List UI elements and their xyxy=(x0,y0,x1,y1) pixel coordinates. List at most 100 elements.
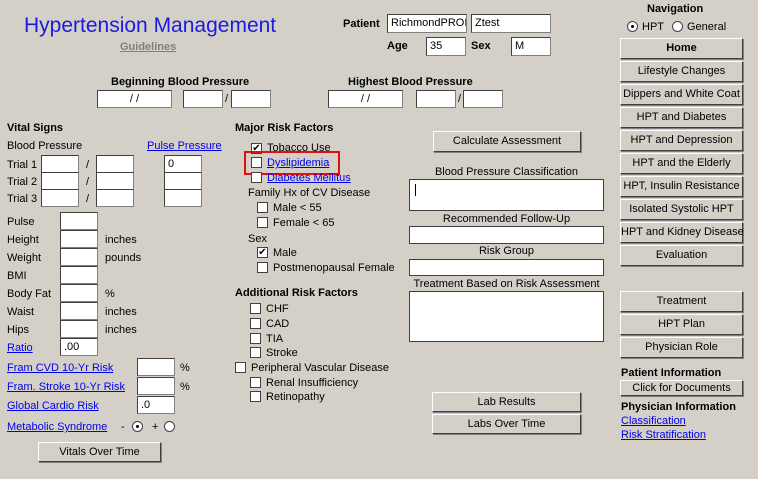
bp-classification-label: Blood Pressure Classification xyxy=(434,166,579,178)
trial-2-systolic-field[interactable] xyxy=(41,172,79,190)
beginning-bp-date-field[interactable]: / / xyxy=(97,90,172,108)
height-unit: inches xyxy=(105,234,137,246)
highest-diastolic-field[interactable] xyxy=(463,90,503,108)
labs-over-time-button[interactable]: Labs Over Time xyxy=(432,414,581,434)
highest-systolic-field[interactable] xyxy=(416,90,456,108)
male-checkbox[interactable]: ✔ xyxy=(257,247,268,258)
beginning-systolic-field[interactable] xyxy=(183,90,223,108)
fram-cvd-risk-field[interactable] xyxy=(137,358,175,376)
nav-isolated-systolic-button[interactable]: Isolated Systolic HPT xyxy=(620,199,743,220)
patient-first-name-field[interactable]: RichmondPROI xyxy=(387,14,467,33)
hpt-radio[interactable] xyxy=(627,21,638,32)
pvd-checkbox[interactable] xyxy=(235,362,246,373)
text-cursor xyxy=(415,184,416,196)
tia-checkbox[interactable] xyxy=(250,333,261,344)
ratio-link[interactable]: Ratio xyxy=(7,342,33,354)
bp-slash: / xyxy=(86,193,90,205)
chf-checkbox[interactable] xyxy=(250,303,261,314)
weight-field[interactable] xyxy=(60,248,98,266)
fram-stroke-risk-link[interactable]: Fram. Stroke 10-Yr Risk xyxy=(7,381,125,393)
metabolic-minus-radio[interactable] xyxy=(132,421,143,432)
classification-link[interactable]: Classification xyxy=(621,415,686,427)
weight-label: Weight xyxy=(7,252,42,264)
body-fat-field[interactable] xyxy=(60,284,98,302)
renal-checkbox[interactable] xyxy=(250,377,261,388)
pulse-pressure-link[interactable]: Pulse Pressure xyxy=(147,140,222,152)
age-field[interactable]: 35 xyxy=(426,37,466,56)
nav-home-button[interactable]: Home xyxy=(620,38,743,59)
male-55-checkbox[interactable] xyxy=(257,202,268,213)
treatment-field[interactable] xyxy=(409,291,604,342)
hpt-radio-label: HPT xyxy=(642,21,664,33)
patient-last-name-field[interactable]: Ztest xyxy=(471,14,551,33)
trial-3-systolic-field[interactable] xyxy=(41,189,79,207)
general-radio-label: General xyxy=(687,21,727,33)
female-65-checkbox[interactable] xyxy=(257,217,268,228)
nav-lifestyle-changes-button[interactable]: Lifestyle Changes xyxy=(620,61,743,82)
global-cardio-risk-field[interactable]: .0 xyxy=(137,396,175,414)
risk-stratification-link[interactable]: Risk Stratification xyxy=(621,429,706,441)
metabolic-syndrome-link[interactable]: Metabolic Syndrome xyxy=(7,421,107,433)
nav-physician-role-button[interactable]: Physician Role xyxy=(620,337,743,358)
trial-1-diastolic-field[interactable] xyxy=(96,155,134,173)
beginning-diastolic-field[interactable] xyxy=(231,90,271,108)
vitals-over-time-button[interactable]: Vitals Over Time xyxy=(38,442,161,462)
bp-slash: / xyxy=(458,93,462,105)
pulse-label: Pulse xyxy=(7,216,35,228)
renal-label: Renal Insufficiency xyxy=(266,377,359,389)
pulse-pressure-2-field[interactable] xyxy=(164,172,202,190)
height-field[interactable] xyxy=(60,230,98,248)
nav-treatment-button[interactable]: Treatment xyxy=(620,291,743,312)
nav-hpt-plan-button[interactable]: HPT Plan xyxy=(620,314,743,335)
nav-hpt-diabetes-button[interactable]: HPT and Diabetes xyxy=(620,107,743,128)
bp-slash: / xyxy=(86,159,90,171)
beginning-bp-label: Beginning Blood Pressure xyxy=(111,76,250,88)
major-risk-factors-heading: Major Risk Factors xyxy=(235,122,334,134)
follow-up-field[interactable] xyxy=(409,226,604,244)
sex-field[interactable]: M xyxy=(511,37,551,56)
stroke-checkbox[interactable] xyxy=(250,347,261,358)
click-for-documents-button[interactable]: Click for Documents xyxy=(620,380,743,396)
additional-risk-factors-heading: Additional Risk Factors xyxy=(235,287,358,299)
pulse-field[interactable] xyxy=(60,212,98,230)
hips-field[interactable] xyxy=(60,320,98,338)
global-cardio-risk-link[interactable]: Global Cardio Risk xyxy=(7,400,99,412)
metabolic-plus-radio[interactable] xyxy=(164,421,175,432)
ratio-field[interactable]: .00 xyxy=(60,338,98,356)
retinopathy-checkbox[interactable] xyxy=(250,391,261,402)
lab-results-button[interactable]: Lab Results xyxy=(432,392,581,412)
retinopathy-label: Retinopathy xyxy=(266,391,325,403)
trial-3-diastolic-field[interactable] xyxy=(96,189,134,207)
general-radio[interactable] xyxy=(672,21,683,32)
nav-hpt-elderly-button[interactable]: HPT and the Elderly xyxy=(620,153,743,174)
nav-evaluation-button[interactable]: Evaluation xyxy=(620,245,743,266)
trial-1-systolic-field[interactable] xyxy=(41,155,79,173)
fram-cvd-risk-link[interactable]: Fram CVD 10-Yr Risk xyxy=(7,362,113,374)
hips-label: Hips xyxy=(7,324,30,336)
postmenopausal-checkbox[interactable] xyxy=(257,262,268,273)
fram-cvd-risk-unit: % xyxy=(180,362,190,374)
vital-signs-heading: Vital Signs xyxy=(7,122,64,134)
bp-classification-field[interactable] xyxy=(409,179,604,211)
female-65-label: Female < 65 xyxy=(273,217,335,229)
risk-group-field[interactable] xyxy=(409,259,604,276)
nav-hpt-kidney-button[interactable]: HPT and Kidney Disease xyxy=(620,222,744,243)
pulse-pressure-3-field[interactable] xyxy=(164,189,202,207)
tia-label: TIA xyxy=(266,333,284,345)
guidelines-link[interactable]: Guidelines xyxy=(120,41,176,53)
waist-field[interactable] xyxy=(60,302,98,320)
trial-2-diastolic-field[interactable] xyxy=(96,172,134,190)
nav-hpt-insulin-resistance-button[interactable]: HPT, Insulin Resistance xyxy=(620,176,743,197)
highest-bp-date-field[interactable]: / / xyxy=(328,90,403,108)
postmenopausal-label: Postmenopausal Female xyxy=(273,262,395,274)
nav-dippers-white-coat-button[interactable]: Dippers and White Coat xyxy=(620,84,743,105)
cad-checkbox[interactable] xyxy=(250,318,261,329)
diabetes-checkbox[interactable] xyxy=(251,172,262,183)
diabetes-link[interactable]: Diabetes Mellitus xyxy=(267,172,351,184)
calculate-assessment-button[interactable]: Calculate Assessment xyxy=(433,131,581,152)
fram-stroke-risk-field[interactable] xyxy=(137,377,175,395)
family-hx-label: Family Hx of CV Disease xyxy=(248,187,371,199)
bmi-field[interactable] xyxy=(60,266,98,284)
pulse-pressure-1-field[interactable]: 0 xyxy=(164,155,202,173)
nav-hpt-depression-button[interactable]: HPT and Depression xyxy=(620,130,743,151)
